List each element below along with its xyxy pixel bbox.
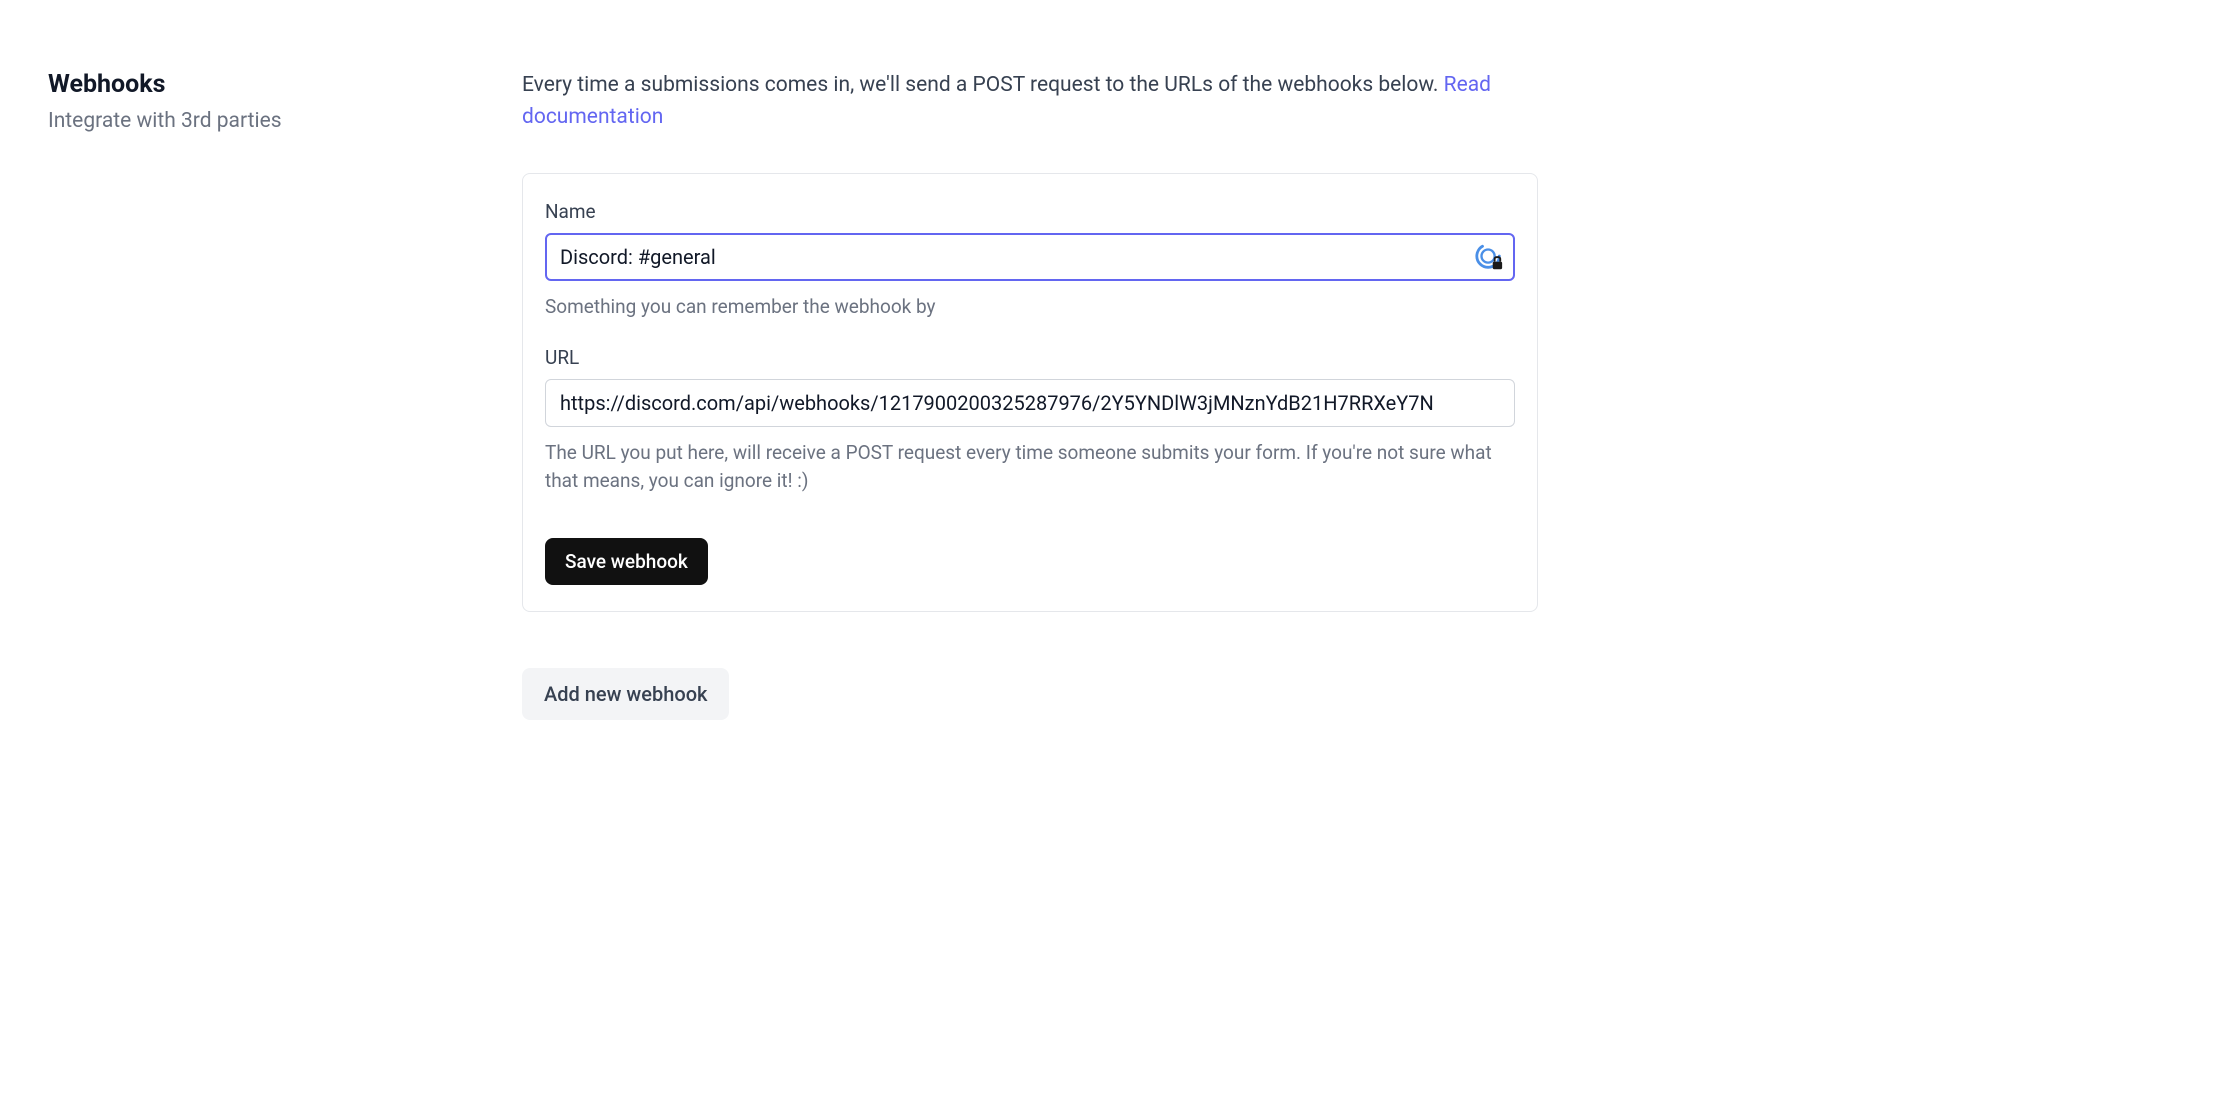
section-description: Every time a submissions comes in, we'll…: [522, 70, 1538, 133]
save-webhook-button[interactable]: Save webhook: [545, 538, 708, 585]
password-manager-lock-icon[interactable]: [1473, 241, 1505, 273]
section-title: Webhooks: [48, 70, 522, 99]
name-input[interactable]: [545, 233, 1515, 281]
section-subtitle: Integrate with 3rd parties: [48, 109, 522, 133]
url-input[interactable]: [545, 379, 1515, 427]
url-label: URL: [545, 346, 1515, 369]
webhook-card: Name Something you can remember the webh…: [522, 173, 1538, 612]
description-text: Every time a submissions comes in, we'll…: [522, 73, 1444, 97]
name-label: Name: [545, 200, 1515, 223]
url-hint: The URL you put here, will receive a POS…: [545, 439, 1515, 496]
name-hint: Something you can remember the webhook b…: [545, 293, 1515, 322]
add-new-webhook-button[interactable]: Add new webhook: [522, 668, 729, 720]
